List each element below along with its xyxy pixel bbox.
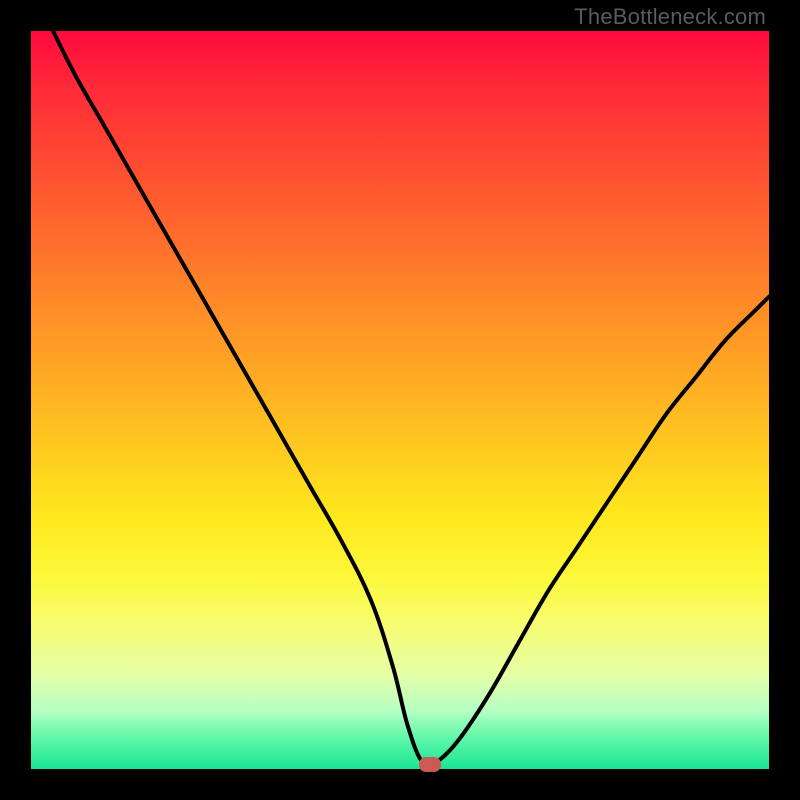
optimum-marker: [419, 757, 441, 772]
bottleneck-curve: [31, 31, 769, 769]
chart-frame: TheBottleneck.com: [0, 0, 800, 800]
watermark-text: TheBottleneck.com: [574, 4, 766, 30]
plot-area: [31, 31, 769, 769]
